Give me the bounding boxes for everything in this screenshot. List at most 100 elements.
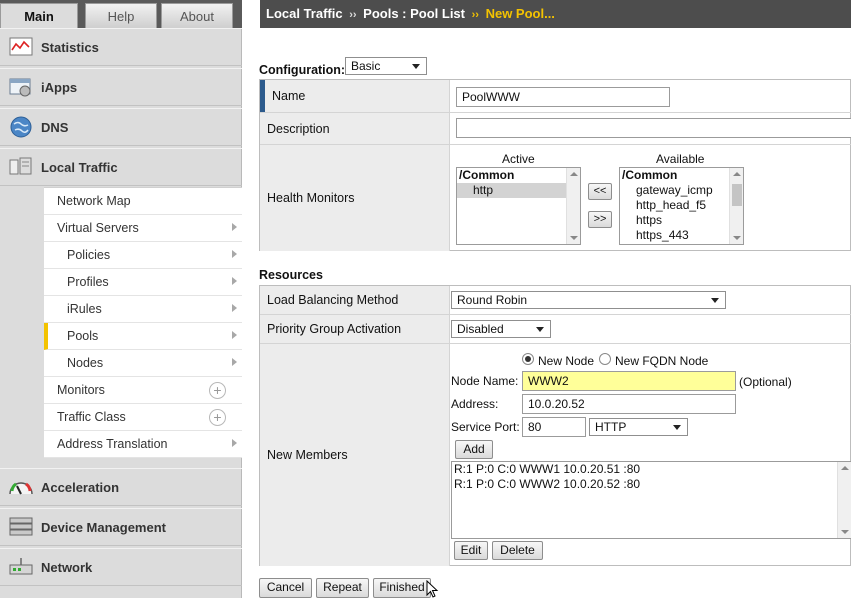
local-traffic-label: Local Traffic (41, 159, 118, 175)
mouse-cursor-icon (426, 580, 439, 598)
add-member-button[interactable]: Add (455, 440, 493, 459)
repeat-button[interactable]: Repeat (316, 578, 369, 598)
sidebar-item-irules[interactable]: iRules (44, 296, 242, 323)
configuration-select[interactable]: Basic (345, 57, 427, 75)
members-list[interactable]: R:1 P:0 C:0 WWW1 10.0.20.51 :80 R:1 P:0 … (451, 461, 851, 539)
priority-select[interactable]: Disabled (451, 320, 551, 338)
sidebar-item-label: Traffic Class (57, 410, 126, 424)
service-port-label: Service Port: (451, 420, 520, 434)
nav-section-dns[interactable]: DNS (0, 108, 242, 146)
node-name-label: Node Name: (451, 374, 519, 388)
active-monitors-list[interactable]: /Common http (456, 167, 581, 245)
list-item[interactable]: https_443 (620, 228, 743, 243)
name-input[interactable]: PoolWWW (456, 87, 670, 107)
sidebar-item-label: Profiles (67, 275, 109, 289)
sidebar-item-traffic-class[interactable]: Traffic Class + (44, 404, 242, 431)
scroll-up-icon[interactable] (733, 172, 741, 176)
service-port-input[interactable]: 80 (522, 417, 586, 437)
move-to-active-button[interactable]: << (588, 183, 612, 200)
chevron-right-icon (232, 331, 237, 339)
sidebar-item-label: Network Map (57, 194, 131, 208)
cancel-button[interactable]: Cancel (259, 578, 312, 598)
scroll-down-icon[interactable] (570, 236, 578, 240)
tab-main[interactable]: Main (0, 3, 78, 28)
list-item: /Common (622, 168, 678, 182)
sidebar-item-nodes[interactable]: Nodes (44, 350, 242, 377)
breadcrumb-separator: ›› (471, 9, 479, 21)
nav-tabs: Main Help About (0, 0, 242, 28)
sidebar-item-profiles[interactable]: Profiles (44, 269, 242, 296)
scroll-up-icon[interactable] (570, 172, 578, 176)
list-item[interactable]: R:1 P:0 C:0 WWW1 10.0.20.51 :80 (452, 462, 851, 477)
scrollbar-thumb[interactable] (732, 184, 742, 206)
move-to-available-button[interactable]: >> (588, 211, 612, 228)
optional-label: (Optional) (739, 375, 792, 389)
available-label: Available (656, 152, 705, 166)
available-monitors-list[interactable]: /Common gateway_icmp http_head_f5 https … (619, 167, 744, 245)
network-label: Network (41, 559, 93, 575)
breadcrumb-local-traffic[interactable]: Local Traffic (266, 6, 343, 21)
lb-method-select[interactable]: Round Robin (451, 291, 726, 309)
scroll-down-icon[interactable] (841, 530, 849, 534)
priority-label: Priority Group Activation (260, 315, 450, 343)
scrollbar[interactable] (566, 168, 580, 244)
sidebar-item-address-translation[interactable]: Address Translation (44, 431, 242, 458)
breadcrumb: Local Traffic ›› Pools : Pool List ›› Ne… (260, 0, 851, 28)
breadcrumb-current: New Pool... (485, 6, 555, 21)
configuration-label: Configuration: (259, 63, 346, 77)
chevron-right-icon (232, 439, 237, 447)
list-item[interactable]: R:1 P:0 C:0 WWW2 10.0.20.52 :80 (452, 477, 851, 492)
scrollbar[interactable] (837, 462, 851, 538)
chevron-right-icon (232, 358, 237, 366)
new-node-radio[interactable] (522, 353, 534, 365)
dns-label: DNS (41, 119, 69, 135)
list-item[interactable]: http_head_f5 (620, 198, 743, 213)
list-item[interactable]: http (457, 183, 566, 198)
local-traffic-submenu: Network Map Virtual Servers Policies Pro… (44, 187, 242, 458)
list-item[interactable]: https (620, 213, 743, 228)
network-switch-icon (8, 554, 34, 580)
delete-member-button[interactable]: Delete (492, 541, 543, 560)
sidebar-item-monitors[interactable]: Monitors + (44, 377, 242, 404)
add-monitor-icon[interactable]: + (209, 382, 226, 399)
chevron-right-icon (232, 277, 237, 285)
sidebar-item-virtual-servers[interactable]: Virtual Servers (44, 215, 242, 242)
scroll-down-icon[interactable] (733, 236, 741, 240)
device-management-label: Device Management (41, 519, 166, 535)
nav-section-iapps[interactable]: iApps (0, 68, 242, 106)
new-fqdn-node-radio[interactable] (599, 353, 611, 365)
nav-section-acceleration[interactable]: Acceleration (0, 468, 242, 506)
sidebar-item-network-map[interactable]: Network Map (44, 188, 242, 215)
service-select[interactable]: HTTP (589, 418, 688, 436)
name-label: Name (260, 80, 450, 112)
configuration-value: Basic (351, 59, 381, 73)
scroll-up-icon[interactable] (841, 466, 849, 470)
breadcrumb-pool-list[interactable]: Pools : Pool List (363, 6, 465, 21)
tab-about[interactable]: About (161, 3, 233, 28)
description-input[interactable] (456, 118, 851, 138)
description-label: Description (260, 113, 450, 144)
sidebar-item-pools[interactable]: Pools (44, 323, 242, 350)
new-members-label: New Members (260, 344, 450, 566)
globe-icon (8, 114, 34, 140)
sidebar-item-label: Nodes (67, 356, 104, 370)
add-traffic-class-icon[interactable]: + (209, 409, 226, 426)
sidebar-item-label: iRules (67, 302, 102, 316)
scrollbar[interactable] (729, 168, 743, 244)
tab-help[interactable]: Help (85, 3, 157, 28)
nav-section-network[interactable]: Network (0, 548, 242, 586)
list-item[interactable]: gateway_icmp (620, 183, 743, 198)
chevron-down-icon (711, 298, 719, 303)
chevron-down-icon (673, 425, 681, 430)
edit-member-button[interactable]: Edit (454, 541, 488, 560)
nav-section-local-traffic[interactable]: Local Traffic (0, 148, 242, 186)
nav-section-device-management[interactable]: Device Management (0, 508, 242, 546)
nav-section-statistics[interactable]: Statistics (0, 28, 242, 66)
chevron-right-icon (232, 304, 237, 312)
node-name-input[interactable]: WWW2 (522, 371, 736, 391)
address-input[interactable]: 10.0.20.52 (522, 394, 736, 414)
sidebar-item-label: Pools (67, 329, 99, 343)
sidebar-item-label: Monitors (57, 383, 105, 397)
finished-button[interactable]: Finished (373, 578, 431, 598)
sidebar-item-policies[interactable]: Policies (44, 242, 242, 269)
